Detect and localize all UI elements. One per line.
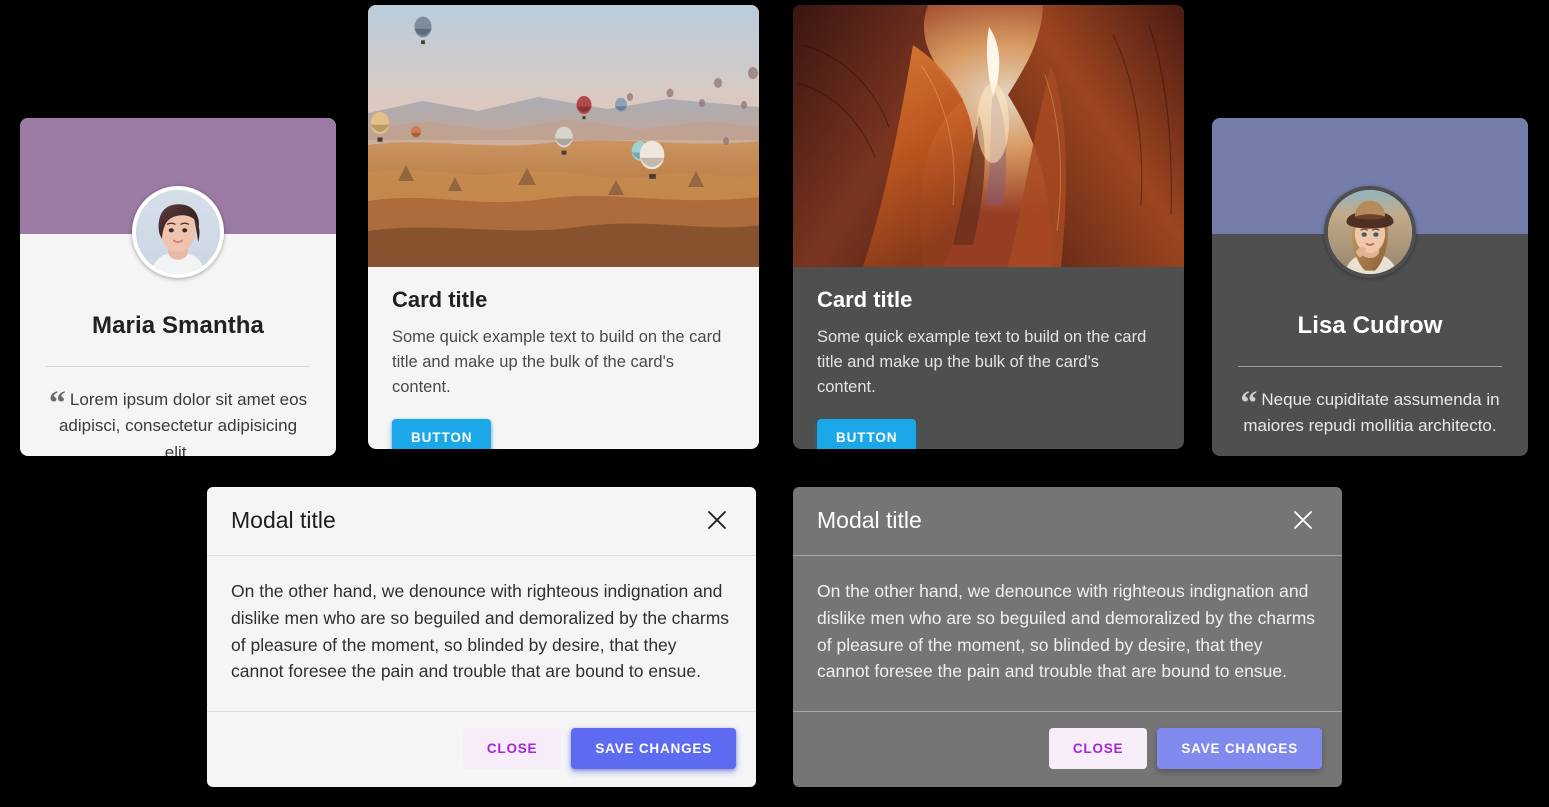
avatar-image-lisa — [1328, 190, 1412, 274]
media-body: Card title Some quick example text to bu… — [793, 267, 1184, 449]
card-title: Card title — [392, 287, 488, 312]
quote-mark-icon: “ — [1240, 385, 1257, 422]
divider — [1238, 366, 1502, 367]
close-icon-glyph — [708, 511, 726, 529]
save-changes-button[interactable]: SAVE CHANGES — [1157, 728, 1322, 770]
profile-card-maria: Maria Smantha “Lorem ipsum dolor sit ame… — [20, 118, 336, 456]
card-image-canyon — [793, 5, 1184, 267]
close-button[interactable]: CLOSE — [1048, 728, 1148, 770]
modal-footer: CLOSE SAVE CHANGES — [207, 712, 756, 787]
close-x-icon[interactable] — [1288, 505, 1318, 535]
avatar-image-maria — [136, 190, 220, 274]
modal-body: On the other hand, we denounce with righ… — [207, 556, 756, 713]
card-text: Some quick example text to build on the … — [817, 328, 1147, 396]
card-action-button[interactable]: BUTTON — [392, 419, 492, 449]
profile-banner — [1212, 118, 1528, 278]
close-button[interactable]: CLOSE — [462, 728, 562, 770]
card-image-balloons — [368, 5, 759, 267]
close-icon-glyph — [1294, 511, 1312, 529]
card-text: Some quick example text to build on the … — [392, 328, 722, 396]
profile-quote-text: Neque cupiditate assumenda in maiores re… — [1243, 390, 1500, 436]
modal-dark: Modal title On the other hand, we denoun… — [793, 487, 1342, 788]
profile-quote: “Lorem ipsum dolor sit amet eos adipisci… — [46, 385, 310, 457]
profile-quote-text: Lorem ipsum dolor sit amet eos adipisci,… — [58, 390, 308, 456]
close-x-icon[interactable] — [702, 505, 732, 535]
save-changes-button[interactable]: SAVE CHANGES — [571, 728, 736, 770]
modal-header: Modal title — [793, 487, 1342, 556]
avatar — [132, 186, 224, 278]
modal-footer: CLOSE SAVE CHANGES — [793, 712, 1342, 787]
card-title: Card title — [817, 287, 913, 312]
profile-name: Maria Smantha — [91, 312, 265, 339]
modal-header: Modal title — [207, 487, 756, 556]
profile-quote: “Neque cupiditate assumenda in maiores r… — [1238, 387, 1502, 440]
media-card-dark: Card title Some quick example text to bu… — [793, 5, 1184, 449]
media-card-light: Card title Some quick example text to bu… — [368, 5, 759, 449]
profile-card-lisa: Lisa Cudrow “Neque cupiditate assumenda … — [1212, 118, 1528, 456]
divider — [46, 366, 310, 367]
modal-title: Modal title — [231, 506, 336, 533]
media-body: Card title Some quick example text to bu… — [368, 267, 759, 449]
modal-title: Modal title — [817, 506, 922, 533]
page-root: Maria Smantha “Lorem ipsum dolor sit ame… — [0, 0, 1549, 807]
quote-mark-icon: “ — [48, 385, 66, 422]
modal-body: On the other hand, we denounce with righ… — [793, 556, 1342, 713]
card-action-button[interactable]: BUTTON — [817, 419, 917, 449]
profile-name: Lisa Cudrow — [1297, 312, 1443, 339]
profile-banner — [20, 118, 336, 278]
avatar — [1324, 186, 1416, 278]
modal-light: Modal title On the other hand, we denoun… — [207, 487, 756, 788]
